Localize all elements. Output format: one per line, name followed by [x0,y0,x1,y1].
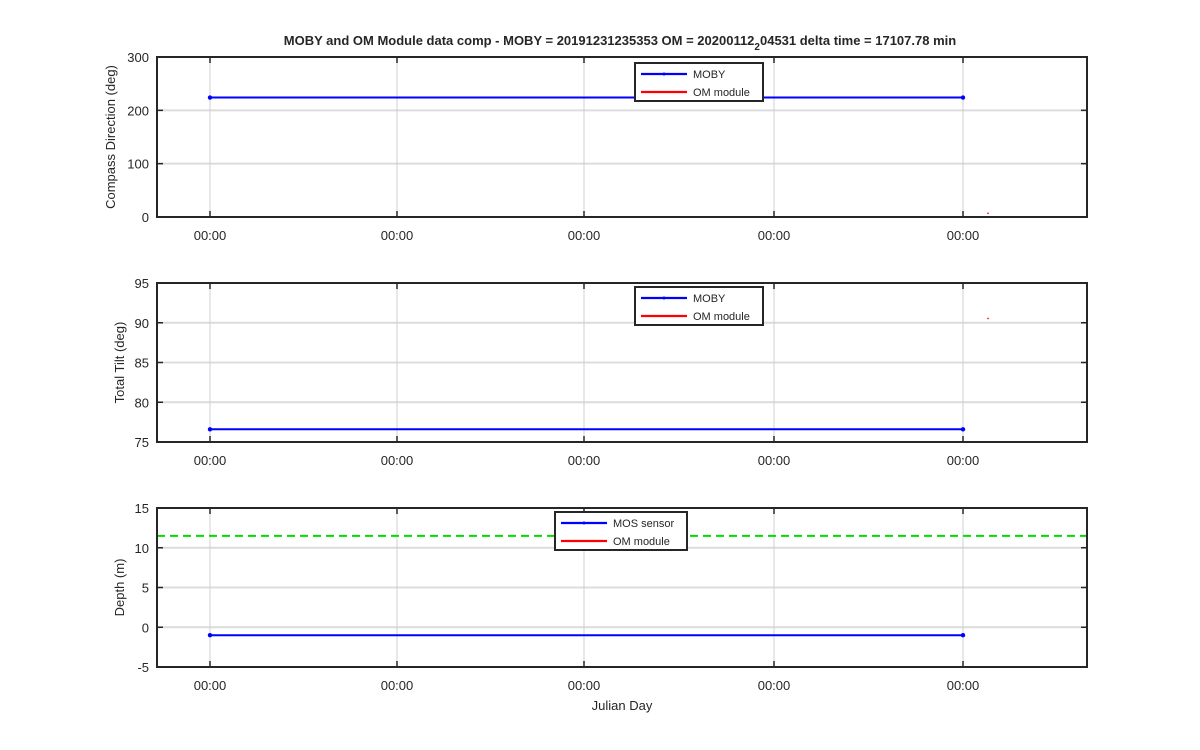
x-tick-label: 00:00 [947,678,980,693]
y-tick-label: 80 [135,395,149,410]
legend-label-1: MOBY [693,293,726,305]
legend: MOBY OM module [634,62,764,102]
legend-label-2: OM module [613,536,670,548]
y-axis-label: Total Tilt (deg) [112,322,127,404]
legend-label-2: OM module [693,311,750,323]
x-tick-label: 00:00 [194,678,227,693]
y-tick-label: 85 [135,356,149,371]
x-tick-label: 00:00 [194,228,227,243]
x-tick-label: 00:00 [194,453,227,468]
data-point [960,427,966,432]
legend-marker [662,296,666,300]
data-point [207,427,213,432]
axes-panel-2: 75 80 85 90 95 00:00 00:00 00:00 00:00 00:00 Total… [112,276,1088,468]
y-axis-label: Depth (m) [112,559,127,617]
legend-label-1: MOS sensor [613,518,674,530]
legend: MOBY OM module [634,286,764,326]
x-tick-label: 00:00 [381,228,414,243]
legend-marker [662,72,666,76]
figure: MOBY and OM Module data comp - MOBY = 20… [103,33,1088,713]
figure-title: MOBY and OM Module data comp - MOBY = 20… [284,33,956,53]
y-tick-label: 0 [142,210,149,225]
x-tick-label: 00:00 [947,453,980,468]
y-tick-label: 300 [127,50,149,65]
y-tick-label: 90 [135,316,149,331]
data-point [207,633,213,638]
axes-panel-3: -5 0 5 10 15 00:00 00:00 00:00 00:00 00:00 Depth (… [112,501,1088,713]
data-point [960,633,966,638]
y-tick-label: 10 [135,541,149,556]
legend-label-1: MOBY [693,69,726,81]
x-tick-label: 00:00 [568,678,601,693]
y-tick-label: 95 [135,276,149,291]
y-axis-label: Compass Direction (deg) [103,65,118,209]
x-axis-label: Julian Day [592,698,653,713]
data-point [960,95,966,100]
x-tick-label: 00:00 [568,228,601,243]
plot-area [157,57,1087,217]
y-tick-label: 75 [135,435,149,450]
legend: MOS sensor OM module [554,511,688,551]
y-tick-label: 0 [142,620,149,635]
y-tick-label: 100 [127,157,149,172]
x-tick-label: 00:00 [568,453,601,468]
legend-label-2: OM module [693,87,750,99]
axes-panel-1: 0 100 200 300 00:00 00:00 00:00 00:00 00:00 Compa… [103,50,1088,243]
data-point [987,212,990,215]
y-tick-label: 5 [142,581,149,596]
x-tick-label: 00:00 [758,678,791,693]
x-tick-label: 00:00 [947,228,980,243]
y-tick-label: -5 [137,660,149,675]
x-tick-label: 00:00 [381,678,414,693]
x-tick-label: 00:00 [758,228,791,243]
data-point [207,95,213,100]
x-tick-label: 00:00 [758,453,791,468]
legend-marker [582,521,586,525]
y-tick-label: 15 [135,501,149,516]
y-tick-label: 200 [127,103,149,118]
x-tick-label: 00:00 [381,453,414,468]
data-point [987,317,990,320]
